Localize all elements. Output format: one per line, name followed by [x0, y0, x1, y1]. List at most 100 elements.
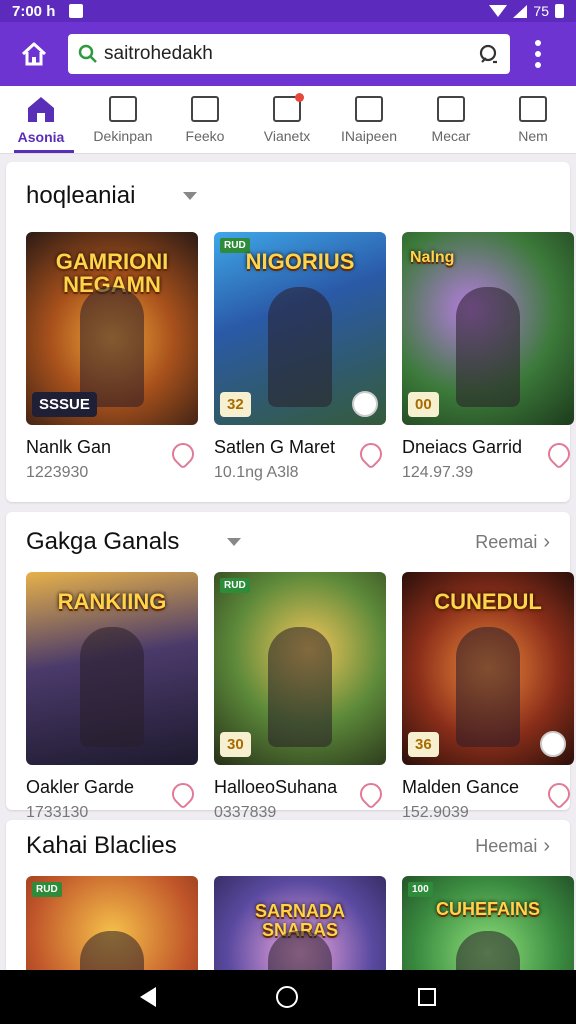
favorite-icon[interactable] — [167, 778, 199, 810]
game-card[interactable]: RANKIING Oakler Garde 1733130 — [26, 572, 199, 822]
tag-badge: RUD — [220, 578, 250, 593]
app-bar: saitrohedakh — [0, 22, 576, 86]
voice-search-icon[interactable] — [476, 42, 500, 66]
tab-asonia[interactable]: Asonia — [0, 86, 82, 153]
favorite-icon[interactable] — [355, 778, 387, 810]
tab-feeko[interactable]: Feeko — [164, 86, 246, 153]
recent-apps-icon[interactable] — [418, 988, 436, 1006]
tag-badge: 100 — [408, 882, 433, 897]
game-name: Malden Gance — [402, 777, 520, 797]
home-icon — [21, 42, 47, 66]
see-more-label: Heemai — [475, 835, 538, 856]
rating-badge: 30 — [220, 732, 251, 757]
chevron-right-icon: › — [543, 834, 550, 857]
more-options-button[interactable] — [524, 34, 552, 74]
character-art — [456, 287, 520, 407]
tab-vianetx[interactable]: Vianetx — [246, 86, 328, 153]
thumbnail-title: RANKIING — [57, 589, 167, 614]
tab-label: Asonia — [17, 128, 65, 145]
section-header: Kahai Blaclies Heemai › — [26, 826, 550, 866]
rating-badge: SSSUE — [32, 392, 97, 417]
tab-label: Nem — [518, 127, 548, 144]
game-card[interactable]: RUD NIGORIUS 32 Satlen G Maret 10.1ng A3… — [214, 232, 387, 482]
home-circle-icon[interactable] — [276, 986, 298, 1008]
chat-icon — [191, 95, 219, 122]
favorite-icon[interactable] — [543, 778, 575, 810]
game-name: Nanlk Gan — [26, 437, 112, 457]
see-more-label: Reemai — [475, 531, 538, 552]
thumbnail-title: CUHEFAINS — [435, 899, 540, 919]
game-thumbnail: GAMRIONI NEGAMN SSSUE — [26, 232, 198, 425]
character-art — [456, 627, 520, 747]
game-card[interactable]: RUD 30 HalloeoSuhana 0337839 — [214, 572, 387, 822]
more-dot-icon — [535, 62, 541, 68]
card-row: GAMRIONI NEGAMN SSSUE Nanlk Gan 1223930 … — [26, 232, 575, 482]
search-input[interactable]: saitrohedakh — [104, 43, 476, 65]
search-bar[interactable]: saitrohedakh — [68, 34, 510, 74]
character-art — [80, 627, 144, 747]
favorite-icon[interactable] — [543, 438, 575, 470]
section-header: Gakga Ganals Reemai › — [26, 522, 550, 562]
game-name: HalloeoSuhana — [214, 777, 338, 797]
see-more-link[interactable]: Reemai › — [475, 531, 550, 554]
tab-label: Vianetx — [263, 127, 311, 144]
more-dot-icon — [535, 51, 541, 57]
rating-badge: 00 — [408, 392, 439, 417]
tab-label: INaipeen — [340, 127, 398, 144]
image-icon — [437, 95, 465, 122]
back-icon[interactable] — [140, 987, 156, 1007]
thumbnail-title: NIGORIUS — [245, 249, 355, 274]
avatar — [352, 391, 378, 417]
tab-mecar[interactable]: Mecar — [410, 86, 492, 153]
game-name: Dneiacs Garrid — [402, 437, 523, 457]
tag-badge: RUD — [32, 882, 62, 897]
system-nav-bar — [0, 970, 576, 1024]
game-stats: 124.97.39 — [402, 464, 474, 481]
home-button[interactable] — [14, 34, 54, 74]
search-icon — [78, 44, 97, 63]
section-title: hoqleaniai — [26, 182, 136, 209]
favorite-icon[interactable] — [167, 438, 199, 470]
signal-icon — [513, 4, 528, 18]
section-header: hoqleaniai — [26, 176, 550, 216]
rating-badge: 32 — [220, 392, 251, 417]
tab-label: Dekinpan — [93, 127, 153, 144]
dropdown-caret-icon[interactable] — [183, 192, 198, 200]
status-icons: 75 — [489, 3, 564, 19]
wifi-icon — [489, 5, 508, 17]
see-more-link[interactable]: Heemai › — [475, 835, 550, 858]
game-thumbnail: RANKIING — [26, 572, 198, 765]
tab-label: Feeko — [185, 127, 225, 144]
tab-nem[interactable]: Nem — [492, 86, 574, 153]
category-tabs: Asonia Dekinpan Feeko Vianetx INaipeen M… — [0, 86, 576, 154]
rating-badge: 36 — [408, 732, 439, 757]
dashboard-icon — [355, 95, 383, 122]
section-blaclies: Kahai Blaclies Heemai › RUD SARNADA SNAR… — [6, 820, 574, 1024]
game-card[interactable]: CUNEDUL 36 Malden Gance 152.9039 — [402, 572, 575, 822]
thumbnail-title: CUNEDUL — [434, 589, 542, 614]
dropdown-caret-icon[interactable] — [227, 538, 242, 546]
game-stats: 1223930 — [26, 464, 89, 481]
character-art — [268, 287, 332, 407]
character-art — [268, 627, 332, 747]
game-thumbnail: Nalng 00 — [402, 232, 574, 425]
game-card[interactable]: Nalng 00 Dneiacs Garrid 124.97.39 — [402, 232, 575, 482]
chevron-right-icon: › — [543, 530, 550, 553]
status-time: 7:00 h — [12, 2, 56, 20]
status-bar: 7:00 h 75 — [0, 0, 576, 22]
tab-label: Mecar — [431, 127, 471, 144]
crop-icon — [519, 95, 547, 122]
battery-icon — [555, 4, 564, 18]
tab-inaipeen[interactable]: INaipeen — [328, 86, 410, 153]
game-thumbnail: CUNEDUL 36 — [402, 572, 574, 765]
game-name: Oakler Garde — [26, 777, 135, 797]
tab-dekinpan[interactable]: Dekinpan — [82, 86, 164, 153]
favorite-icon[interactable] — [355, 438, 387, 470]
game-card[interactable]: GAMRIONI NEGAMN SSSUE Nanlk Gan 1223930 — [26, 232, 199, 482]
avatar — [540, 731, 566, 757]
edit-icon — [109, 95, 137, 122]
thumbnail-title: Nalng — [410, 249, 455, 266]
game-thumbnail: RUD 30 — [214, 572, 386, 765]
section-featured: hoqleaniai GAMRIONI NEGAMN SSSUE Nanlk G… — [6, 162, 575, 502]
section-games: Gakga Ganals Reemai › RANKIING Oakler Ga… — [6, 512, 575, 821]
